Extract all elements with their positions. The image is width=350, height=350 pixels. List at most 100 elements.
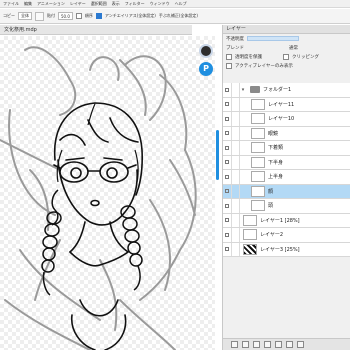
layer-thumbnail (251, 171, 265, 183)
layer-panel: レイヤー 不透明度 ブレンド 通常 透明度を保護 クリッピング アクティブレイヤ… (222, 25, 350, 350)
document-tab[interactable]: 文化祭用.mdp (0, 25, 192, 35)
lock-icon[interactable] (232, 155, 240, 169)
visibility-icon[interactable] (223, 126, 232, 140)
protect-row: 透明度を保護 クリッピング (223, 52, 350, 61)
visibility-icon[interactable] (223, 83, 232, 97)
layer-list: ▾ フォルダー1 レイヤー11 レイヤー10 眼鏡 下着類 下半身 上半身 顔 … (223, 83, 350, 257)
layer-row[interactable]: 下半身 (223, 155, 350, 170)
copy-label: コピー (3, 13, 15, 18)
layer-row[interactable]: 眼鏡 (223, 126, 350, 141)
layer-row[interactable]: レイヤー2 (223, 228, 350, 243)
paste-label: 貼付 (47, 13, 55, 18)
clipping-checkbox[interactable] (283, 53, 289, 60)
layer-folder[interactable]: ▾ フォルダー1 (223, 83, 350, 98)
lock-icon[interactable] (232, 83, 240, 97)
menu-window[interactable]: ウィンドウ (150, 1, 170, 7)
blend-select[interactable]: 通常 (289, 45, 298, 51)
chevron-down-icon[interactable]: ▾ (240, 87, 246, 93)
menu-help[interactable]: ヘルプ (175, 1, 187, 7)
menu-edit[interactable]: 編集 (24, 1, 32, 7)
layer-thumbnail (243, 243, 257, 255)
menu-select[interactable]: 選択範囲 (91, 1, 107, 7)
lock-icon[interactable] (232, 199, 240, 213)
paste-button[interactable] (35, 11, 44, 21)
layer-name: 下着類 (268, 145, 284, 152)
layer-row-selected[interactable]: 顔 (223, 184, 350, 199)
lock-icon[interactable] (232, 184, 240, 198)
canvas-side-icons: P (199, 44, 215, 80)
lock-icon[interactable] (232, 170, 240, 184)
layer-row[interactable]: 頭 (223, 199, 350, 214)
lock-icon[interactable] (232, 141, 240, 155)
delete-layer-icon[interactable] (286, 341, 293, 348)
layer-row[interactable]: レイヤー1 [28%] (223, 213, 350, 228)
p-icon[interactable]: P (199, 62, 213, 76)
pin-row: アクティブレイヤーのみ表示 (223, 61, 350, 70)
layer-thumbnail (251, 185, 265, 197)
active-only-checkbox[interactable] (226, 62, 232, 69)
menu-animation[interactable]: アニメーション (37, 1, 65, 7)
clipping-label: クリッピング (292, 54, 319, 60)
layer-row[interactable]: 上半身 (223, 170, 350, 185)
artwork (0, 46, 197, 350)
layer-name: フォルダー1 (263, 87, 292, 94)
merge-down-icon[interactable] (264, 341, 271, 348)
size-select[interactable]: 50.0 (58, 12, 73, 20)
layer-row[interactable]: レイヤー3 [25%] (223, 242, 350, 257)
new-folder-icon[interactable] (242, 341, 249, 348)
opacity-slider[interactable] (247, 36, 299, 41)
clear-layer-icon[interactable] (275, 341, 282, 348)
new-layer-icon[interactable] (231, 341, 238, 348)
visibility-icon[interactable] (223, 170, 232, 184)
copy-layer-icon[interactable] (253, 341, 260, 348)
visibility-icon[interactable] (223, 155, 232, 169)
tool-options-bar: コピー 全体 貼付 50.0 順序 アンチエイリアス(全体設定) 手ぶれ補正(全… (0, 9, 350, 24)
layer-thumbnail (251, 98, 265, 110)
lock-icon[interactable] (232, 97, 240, 111)
visibility-icon[interactable] (223, 112, 232, 126)
order-label: 順序 (84, 13, 93, 18)
navigator-icon[interactable] (199, 44, 213, 58)
menu-file[interactable]: ファイル (3, 1, 19, 7)
layer-name: レイヤー3 [25%] (260, 246, 300, 253)
lock-icon[interactable] (232, 213, 240, 227)
canvas-scrollbar[interactable] (216, 130, 219, 180)
opacity-row: 不透明度 (223, 34, 350, 43)
visibility-icon[interactable] (223, 228, 232, 242)
visibility-icon[interactable] (223, 97, 232, 111)
layer-row[interactable]: 下着類 (223, 141, 350, 156)
antialias-label: アンチエイリアス(全体設定) (104, 13, 156, 18)
lock-icon[interactable] (232, 228, 240, 242)
visibility-icon[interactable] (223, 141, 232, 155)
layer-thumbnail (243, 214, 257, 226)
antialias-checkbox[interactable] (95, 13, 102, 19)
menu-layer[interactable]: レイヤー (70, 1, 86, 7)
layer-panel-title: レイヤー (223, 25, 350, 34)
drawing-canvas[interactable] (0, 36, 215, 350)
visibility-icon[interactable] (223, 213, 232, 227)
stabilize-label[interactable]: 手ぶれ補正(全体設定) (159, 13, 198, 19)
menu-filter[interactable]: フィルター (125, 1, 145, 7)
layer-menu-icon[interactable] (297, 341, 304, 348)
lock-icon[interactable] (232, 242, 240, 256)
menu-view[interactable]: 表示 (112, 1, 120, 7)
layer-name: レイヤー1 [28%] (260, 217, 300, 224)
visibility-icon[interactable] (223, 242, 232, 256)
folder-icon (250, 86, 260, 94)
layer-thumbnail (251, 142, 265, 154)
opacity-label: 不透明度 (226, 36, 244, 42)
lock-icon[interactable] (232, 112, 240, 126)
layer-row[interactable]: レイヤー11 (223, 97, 350, 112)
visibility-icon[interactable] (223, 184, 232, 198)
layer-row[interactable]: レイヤー10 (223, 112, 350, 127)
source-select[interactable]: 全体 (18, 12, 32, 20)
layer-thumbnail (251, 127, 265, 139)
layer-thumbnail (251, 200, 265, 212)
visibility-icon[interactable] (223, 199, 232, 213)
protect-alpha-checkbox[interactable] (226, 53, 232, 60)
menu-bar: ファイル 編集 アニメーション レイヤー 選択範囲 表示 フィルター ウィンドウ… (0, 0, 350, 8)
layer-name: 顔 (268, 188, 274, 195)
lock-icon[interactable] (232, 126, 240, 140)
layer-name: 眼鏡 (268, 130, 279, 137)
order-checkbox[interactable] (75, 13, 82, 19)
